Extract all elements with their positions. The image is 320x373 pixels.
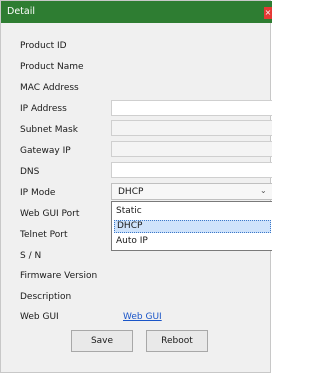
dialog-title: Detail: [7, 6, 35, 17]
ip-mode-option-static[interactable]: Static: [116, 206, 142, 216]
ip-address-field[interactable]: [111, 100, 272, 116]
close-icon[interactable]: ×: [264, 7, 272, 19]
ip-mode-dropdown: Static DHCP Auto IP: [111, 201, 272, 251]
label-subnet-mask: Subnet Mask: [20, 125, 78, 135]
label-product-name: Product Name: [20, 62, 84, 72]
save-button[interactable]: Save: [71, 330, 133, 352]
reboot-button[interactable]: Reboot: [146, 330, 208, 352]
label-telnet-port: Telnet Port: [20, 230, 68, 240]
subnet-mask-field[interactable]: [111, 120, 272, 136]
label-ip-mode: IP Mode: [20, 188, 56, 198]
web-gui-link[interactable]: Web GUI: [123, 312, 162, 322]
label-web-gui: Web GUI: [20, 312, 59, 322]
ip-mode-option-dhcp[interactable]: DHCP: [114, 220, 271, 233]
ip-mode-option-auto-ip[interactable]: Auto IP: [116, 236, 148, 246]
dns-field[interactable]: [111, 162, 272, 178]
label-gateway-ip: Gateway IP: [20, 146, 71, 156]
title-bar: Detail ×: [1, 1, 272, 23]
label-ip-address: IP Address: [20, 104, 67, 114]
gateway-ip-field[interactable]: [111, 141, 272, 157]
ip-mode-select[interactable]: DHCP ⌄: [111, 183, 272, 200]
label-description: Description: [20, 292, 72, 302]
label-mac-address: MAC Address: [20, 83, 79, 93]
label-web-gui-port: Web GUI Port: [20, 209, 80, 219]
ip-mode-value: DHCP: [118, 187, 144, 197]
label-sn: S / N: [20, 251, 42, 261]
label-dns: DNS: [20, 167, 40, 177]
detail-dialog: Detail × Product ID Product Name MAC Add…: [0, 0, 272, 373]
label-firmware-version: Firmware Version: [20, 271, 98, 281]
label-product-id: Product ID: [20, 41, 67, 51]
chevron-down-icon[interactable]: ⌄: [260, 186, 267, 195]
